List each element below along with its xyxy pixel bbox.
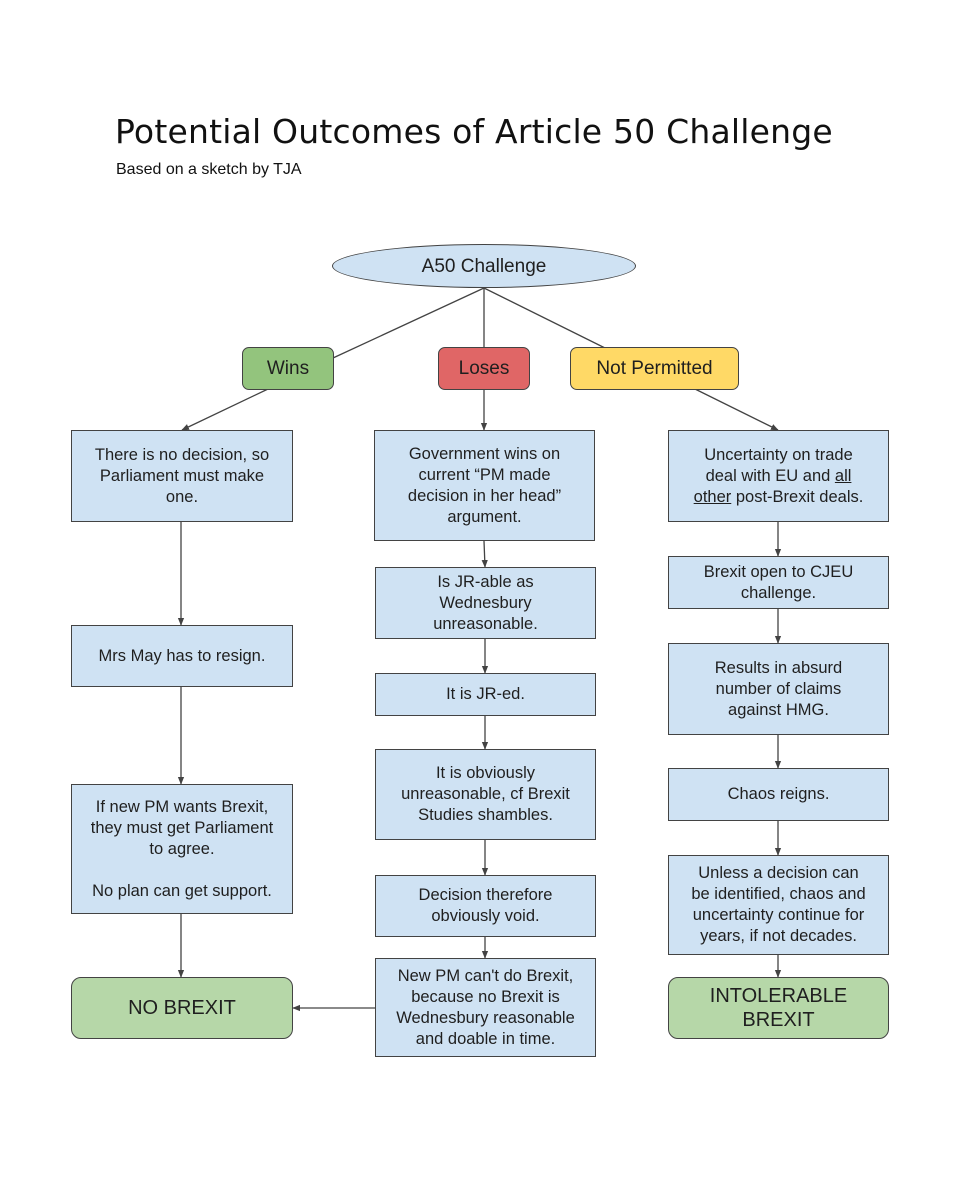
edge-np-step1: [694, 388, 779, 431]
np-step-uncertainty: Uncertainty on trade deal with EU and all…: [668, 430, 889, 522]
loses-step-government-wins: Government wins on current “PM made deci…: [374, 430, 595, 541]
loses-step-jr-able: Is JR-able as Wednesbury unreasonable.: [375, 567, 596, 639]
root-node-a50-challenge: A50 Challenge: [332, 244, 636, 288]
loses-step-jr-ed: It is JR-ed.: [375, 673, 596, 716]
np-step-uncertainty-emph-other: other: [693, 487, 732, 506]
np-step-uncertainty-line3: post-Brexit deals.: [731, 487, 864, 506]
edge-loses-1-2: [481, 540, 488, 568]
np-step-absurd-claims: Results in absurd number of claims again…: [668, 643, 889, 735]
loses-step-new-pm-cant: New PM can't do Brexit, because no Brexi…: [375, 958, 596, 1057]
branch-wins: Wins: [242, 347, 334, 390]
loses-step-decision-void: Decision therefore obviously void.: [375, 875, 596, 937]
loses-step-obviously-unreasonable: It is obviously unreasonable, cf Brexit …: [375, 749, 596, 840]
outcome-intolerable-brexit: INTOLERABLE BREXIT: [668, 977, 889, 1039]
wins-step-new-pm: If new PM wants Brexit, they must get Pa…: [71, 784, 293, 914]
branch-loses: Loses: [438, 347, 530, 390]
np-step-uncertainty-line1: Uncertainty on trade: [704, 445, 853, 464]
np-step-chaos-reigns: Chaos reigns.: [668, 768, 889, 821]
edge-root-not-permitted: [483, 287, 606, 349]
np-step-uncertainty-line2: deal with EU and: [705, 466, 835, 485]
branch-not-permitted: Not Permitted: [570, 347, 739, 390]
wins-step-may-resign: Mrs May has to resign.: [71, 625, 293, 687]
edge-wins-step1: [181, 388, 269, 431]
outcome-no-brexit: NO BREXIT: [71, 977, 293, 1039]
wins-step-no-decision: There is no decision, so Parliament must…: [71, 430, 293, 522]
np-step-unless-decision: Unless a decision can be identified, cha…: [668, 855, 889, 955]
np-step-uncertainty-emph-all: all: [834, 466, 852, 485]
np-step-cjeu: Brexit open to CJEU challenge.: [668, 556, 889, 609]
